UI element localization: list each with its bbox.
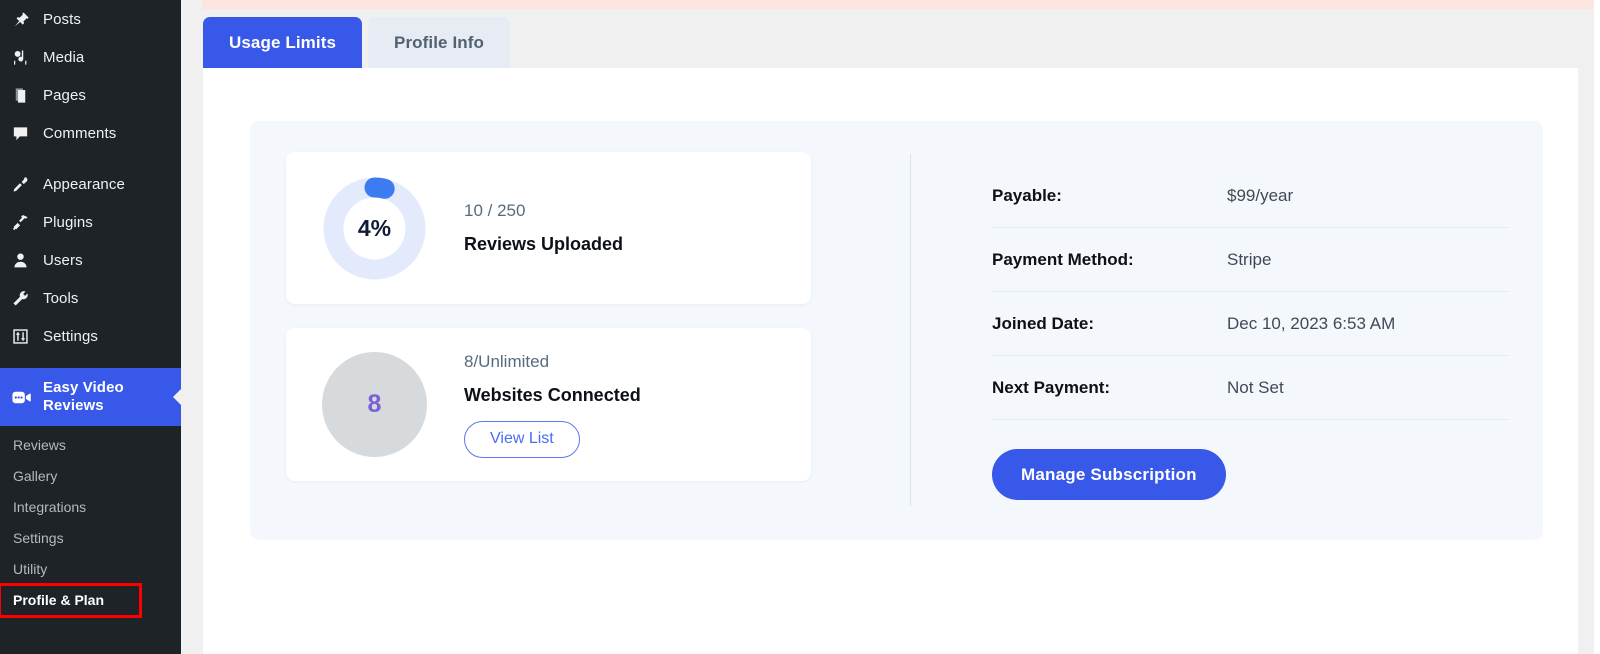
sidebar-item-label: Tools — [43, 289, 79, 307]
websites-fraction: 8/Unlimited — [464, 351, 550, 371]
sidebar-item-comments[interactable]: Comments — [0, 114, 181, 152]
page-right-edge — [1594, 0, 1600, 654]
tab-bar: Usage Limits Profile Info — [203, 17, 510, 68]
sidebar-divider — [0, 152, 181, 165]
sidebar-item-media[interactable]: Media — [0, 38, 181, 76]
detail-row-payment-method: Payment Method: Stripe — [992, 228, 1508, 292]
admin-sidebar: Posts Media Pages Comments Appearance Pl… — [0, 0, 181, 654]
screen: Posts Media Pages Comments Appearance Pl… — [0, 0, 1600, 654]
websites-title: Websites Connected — [464, 384, 641, 405]
comments-icon — [11, 124, 37, 143]
usage-summary-panel: 4% 10 / 250 Reviews Uploaded 8 8/Unlimit… — [250, 121, 1543, 540]
submenu-item-settings[interactable]: Settings — [0, 523, 181, 554]
sidebar-item-label: Media — [43, 48, 85, 66]
view-list-button[interactable]: View List — [464, 420, 580, 458]
billing-details: Payable: $99/year Payment Method: Stripe… — [911, 121, 1543, 540]
detail-value: $99/year — [1227, 185, 1294, 205]
reviews-uploaded-card: 4% 10 / 250 Reviews Uploaded — [286, 152, 811, 304]
tab-profile-info[interactable]: Profile Info — [368, 17, 510, 68]
detail-row-payable: Payable: $99/year — [992, 164, 1508, 228]
sidebar-item-tools[interactable]: Tools — [0, 279, 181, 317]
pages-icon — [11, 86, 37, 105]
reviews-donut-chart: 4% — [322, 176, 427, 281]
active-arrow-icon — [173, 388, 181, 406]
tab-usage-limits[interactable]: Usage Limits — [203, 17, 363, 68]
detail-key: Payable: — [992, 185, 1062, 205]
submenu-item-gallery[interactable]: Gallery — [0, 461, 181, 492]
detail-row-next-payment: Next Payment: Not Set — [992, 356, 1508, 420]
manage-subscription-button[interactable]: Manage Subscription — [992, 449, 1226, 500]
websites-count-circle: 8 — [322, 352, 427, 457]
sidebar-item-label: Plugins — [43, 213, 93, 231]
sidebar-item-label: Appearance — [43, 175, 125, 193]
settings-icon — [11, 327, 37, 346]
reviews-card-text: 10 / 250 Reviews Uploaded — [464, 201, 623, 255]
detail-key: Next Payment: — [992, 377, 1111, 397]
sidebar-item-label: Comments — [43, 124, 117, 142]
sidebar-item-posts[interactable]: Posts — [0, 0, 181, 38]
reviews-title: Reviews Uploaded — [464, 234, 624, 254]
appearance-icon — [11, 175, 37, 194]
detail-key: Payment Method: — [992, 249, 1134, 269]
sidebar-item-pages[interactable]: Pages — [0, 76, 181, 114]
reviews-percent-label: 4% — [357, 214, 392, 241]
detail-value: Dec 10, 2023 6:53 AM — [1227, 313, 1396, 333]
video-camera-icon — [11, 387, 37, 408]
sidebar-item-easy-video-reviews[interactable]: Easy Video Reviews — [0, 368, 181, 426]
users-icon — [11, 251, 37, 270]
sidebar-item-label: Easy Video Reviews — [43, 379, 124, 414]
sidebar-submenu: Reviews Gallery Integrations Settings Ut… — [0, 426, 181, 618]
tools-icon — [11, 289, 37, 308]
detail-value: Stripe — [1227, 249, 1272, 269]
sidebar-item-users[interactable]: Users — [0, 241, 181, 279]
sidebar-item-label: Settings — [43, 327, 98, 345]
websites-connected-card: 8 8/Unlimited Websites Connected View Li… — [286, 328, 811, 481]
sidebar-item-settings[interactable]: Settings — [0, 317, 181, 355]
detail-value: Not Set — [1227, 377, 1284, 397]
websites-card-text: 8/Unlimited Websites Connected View List — [464, 352, 641, 458]
pin-icon — [11, 10, 37, 29]
reviews-fraction: 10 / 250 — [464, 201, 526, 220]
sidebar-menu: Posts Media Pages Comments Appearance Pl… — [0, 0, 181, 618]
submenu-item-profile-and-plan[interactable]: Profile & Plan — [0, 583, 142, 618]
detail-key: Joined Date: — [992, 313, 1095, 333]
main-content: Usage Limits Profile Info 4% 10 / 250 Re… — [181, 0, 1600, 654]
content-canvas: 4% 10 / 250 Reviews Uploaded 8 8/Unlimit… — [203, 68, 1578, 654]
detail-row-joined-date: Joined Date: Dec 10, 2023 6:53 AM — [992, 292, 1508, 356]
sidebar-item-plugins[interactable]: Plugins — [0, 203, 181, 241]
sidebar-item-appearance[interactable]: Appearance — [0, 165, 181, 203]
submenu-item-integrations[interactable]: Integrations — [0, 492, 181, 523]
plugins-icon — [11, 213, 37, 232]
submenu-item-reviews[interactable]: Reviews — [0, 430, 181, 461]
notice-strip — [202, 0, 1600, 9]
sidebar-item-label: Pages — [43, 86, 87, 104]
submenu-item-utility[interactable]: Utility — [0, 554, 181, 585]
media-icon — [11, 48, 37, 67]
sidebar-divider-2 — [0, 355, 181, 368]
sidebar-item-label: Users — [43, 251, 83, 269]
sidebar-item-label: Posts — [43, 10, 82, 28]
usage-cards: 4% 10 / 250 Reviews Uploaded 8 8/Unlimit… — [250, 121, 910, 540]
